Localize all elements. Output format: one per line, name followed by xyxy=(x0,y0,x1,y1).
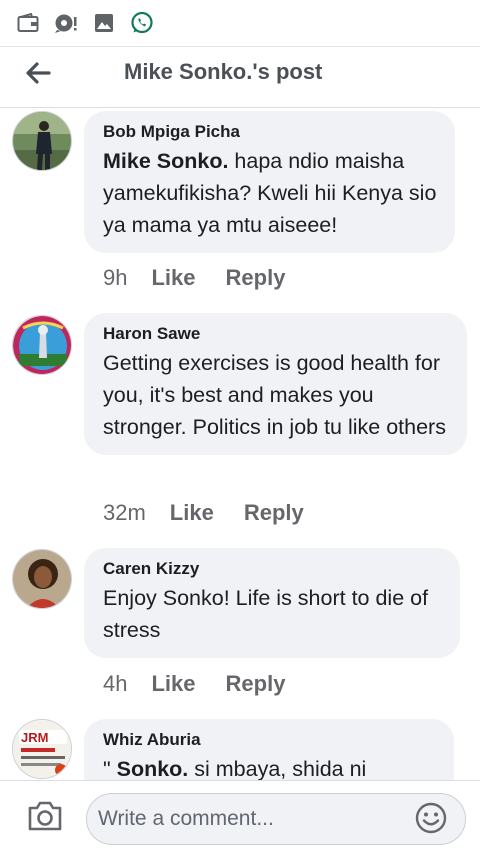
reply-button[interactable]: Reply xyxy=(226,671,286,697)
avatar-brand-text: JRM xyxy=(21,730,48,745)
gallery-icon xyxy=(92,11,116,35)
wallet-card-icon xyxy=(16,11,40,35)
comment-body: si mbaya, shida ni xyxy=(188,757,367,780)
mention-link[interactable]: Sonko. xyxy=(117,757,189,780)
status-bar xyxy=(0,0,480,46)
avatar[interactable] xyxy=(12,549,72,609)
comment-author[interactable]: Haron Sawe xyxy=(103,323,449,345)
comment-time[interactable]: 4h xyxy=(103,671,127,697)
emoji-smile-icon xyxy=(415,802,447,839)
like-button[interactable]: Like xyxy=(151,671,195,697)
comments-feed[interactable]: Bob Mpiga Picha Mike Sonko. hapa ndio ma… xyxy=(0,108,480,780)
camera-icon xyxy=(27,800,63,837)
camera-button[interactable] xyxy=(24,799,66,837)
comment-text: Getting exercises is good health for you… xyxy=(103,351,446,439)
comment-actions: 4h Like Reply xyxy=(103,671,315,697)
comment-composer xyxy=(0,780,480,854)
like-button[interactable]: Like xyxy=(170,500,214,526)
comment-bubble: Bob Mpiga Picha Mike Sonko. hapa ndio ma… xyxy=(84,111,455,253)
reply-button[interactable]: Reply xyxy=(226,265,286,291)
avatar[interactable] xyxy=(12,315,72,375)
comment-bubble: Whiz Aburia " Sonko. si mbaya, shida ni xyxy=(84,719,454,780)
reply-button[interactable]: Reply xyxy=(244,500,304,526)
whatsapp-icon xyxy=(130,11,154,35)
comment-time[interactable]: 32m xyxy=(103,500,146,526)
comment-actions: 32m Like Reply xyxy=(103,500,334,526)
mention-link[interactable]: Mike Sonko. xyxy=(103,149,228,173)
comment-time[interactable]: 9h xyxy=(103,265,127,291)
page-title: Mike Sonko.'s post xyxy=(124,59,323,84)
comment-bubble: Haron Sawe Getting exercises is good hea… xyxy=(84,313,467,455)
avatar[interactable] xyxy=(12,111,72,171)
like-button[interactable]: Like xyxy=(151,265,195,291)
comment-input[interactable] xyxy=(86,793,466,845)
comment-prefix: " xyxy=(103,757,117,780)
comment-text: Mike Sonko. hapa ndio maisha yamekufikis… xyxy=(103,145,437,241)
back-arrow-icon xyxy=(25,61,51,89)
emoji-button[interactable] xyxy=(414,802,448,839)
comment-author[interactable]: Bob Mpiga Picha xyxy=(103,121,437,143)
chat-alert-icon xyxy=(54,11,78,35)
post-header: Mike Sonko.'s post xyxy=(0,46,480,108)
comment-author[interactable]: Caren Kizzy xyxy=(103,558,442,580)
comment-text: " Sonko. si mbaya, shida ni xyxy=(103,753,436,780)
back-button[interactable] xyxy=(18,55,58,95)
comment-bubble: Caren Kizzy Enjoy Sonko! Life is short t… xyxy=(84,548,460,658)
comment-text: Enjoy Sonko! Life is short to die of str… xyxy=(103,586,429,642)
comment-author[interactable]: Whiz Aburia xyxy=(103,729,436,751)
comment-actions: 9h Like Reply xyxy=(103,265,315,291)
avatar[interactable]: JRM xyxy=(12,719,72,779)
